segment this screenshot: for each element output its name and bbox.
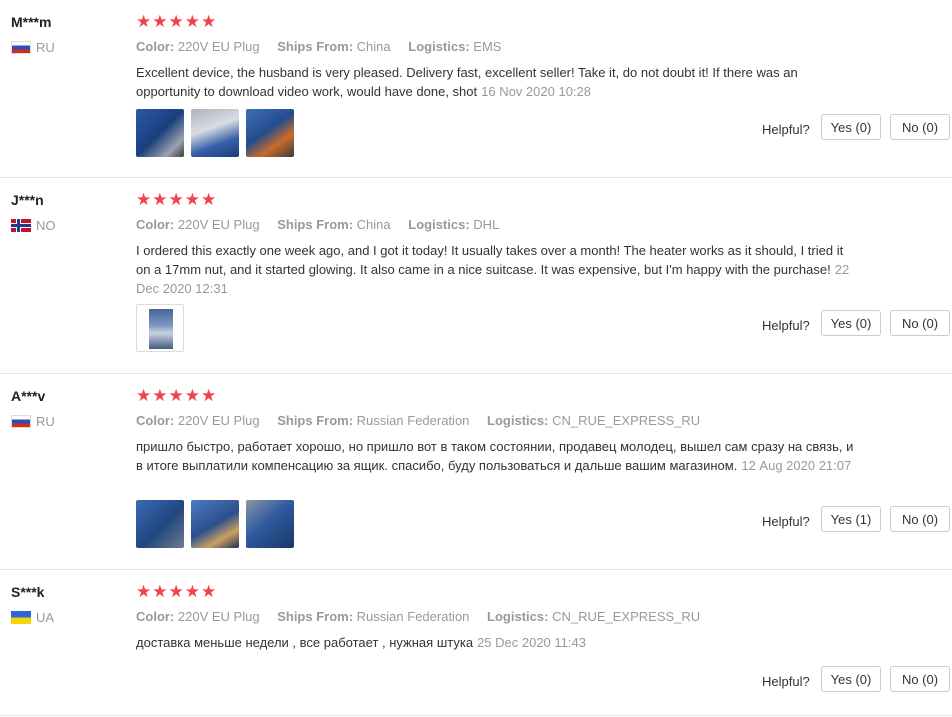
flag-ru-icon bbox=[11, 415, 31, 428]
review-photo-thumbnail[interactable] bbox=[246, 500, 294, 548]
logistics-value: CN_RUE_EXPRESS_RU bbox=[552, 609, 701, 624]
reviewer-country: NO bbox=[11, 218, 56, 233]
reviewer-name: J***n bbox=[11, 192, 44, 208]
review-body: доставка меньше недели , все работает , … bbox=[136, 635, 474, 650]
reviewer-country: UA bbox=[11, 610, 54, 625]
helpful-yes-button[interactable]: Yes (0) bbox=[821, 666, 881, 692]
country-code: NO bbox=[36, 218, 56, 233]
review-photo-thumbnail[interactable] bbox=[136, 109, 184, 157]
sku-info: Color: 220V EU Plug Ships From: Russian … bbox=[136, 609, 714, 624]
flag-ru-icon bbox=[11, 41, 31, 54]
review-divider bbox=[0, 177, 952, 178]
helpful-no-button[interactable]: No (0) bbox=[890, 310, 950, 336]
flag-ua-icon bbox=[11, 611, 31, 624]
logistics-label: Logistics: bbox=[487, 609, 549, 624]
color-label: Color: bbox=[136, 39, 175, 54]
review-divider bbox=[0, 715, 952, 716]
color-value: 220V EU Plug bbox=[177, 413, 260, 428]
sku-info: Color: 220V EU Plug Ships From: China Lo… bbox=[136, 217, 513, 232]
star-rating: ★★★★★ bbox=[136, 12, 218, 31]
logistics-value: EMS bbox=[473, 39, 502, 54]
logistics-value: DHL bbox=[473, 217, 500, 232]
ships-from-label: Ships From: bbox=[277, 39, 354, 54]
photo-content bbox=[149, 309, 173, 349]
review-text: Excellent device, the husband is very pl… bbox=[136, 63, 856, 101]
reviewer-name: S***k bbox=[11, 584, 45, 600]
ships-from-value: China bbox=[356, 39, 391, 54]
review-divider bbox=[0, 569, 952, 570]
ships-from-label: Ships From: bbox=[277, 413, 354, 428]
helpful-yes-button[interactable]: Yes (0) bbox=[821, 114, 881, 140]
ships-from-value: Russian Federation bbox=[356, 609, 470, 624]
ships-from-label: Ships From: bbox=[277, 609, 354, 624]
helpful-label: Helpful? bbox=[762, 514, 810, 529]
color-value: 220V EU Plug bbox=[177, 217, 260, 232]
review-body: I ordered this exactly one week ago, and… bbox=[136, 243, 844, 277]
color-value: 220V EU Plug bbox=[177, 609, 260, 624]
helpful-no-button[interactable]: No (0) bbox=[890, 666, 950, 692]
star-rating: ★★★★★ bbox=[136, 582, 218, 601]
review-photo-thumbnail[interactable] bbox=[246, 109, 294, 157]
review-photo-thumbnail[interactable] bbox=[191, 109, 239, 157]
sku-info: Color: 220V EU Plug Ships From: Russian … bbox=[136, 413, 714, 428]
helpful-label: Helpful? bbox=[762, 674, 810, 689]
helpful-label: Helpful? bbox=[762, 122, 810, 137]
country-code: RU bbox=[36, 40, 55, 55]
reviewer-country: RU bbox=[11, 40, 55, 55]
helpful-yes-button[interactable]: Yes (1) bbox=[821, 506, 881, 532]
helpful-label: Helpful? bbox=[762, 318, 810, 333]
reviewer-name: A***v bbox=[11, 388, 46, 404]
review-photo-thumbnail[interactable] bbox=[136, 304, 184, 352]
ships-from-value: Russian Federation bbox=[356, 413, 470, 428]
review-text: пришло быстро, работает хорошо, но пришл… bbox=[136, 437, 856, 475]
color-label: Color: bbox=[136, 217, 175, 232]
reviewer-name: M***m bbox=[11, 14, 52, 30]
review-photos bbox=[136, 500, 294, 548]
helpful-yes-button[interactable]: Yes (0) bbox=[821, 310, 881, 336]
review-divider bbox=[0, 373, 952, 374]
logistics-label: Logistics: bbox=[408, 217, 470, 232]
review-date: 12 Aug 2020 21:07 bbox=[741, 458, 852, 473]
review-photos bbox=[136, 304, 184, 352]
review-photo-thumbnail[interactable] bbox=[136, 500, 184, 548]
flag-no-icon bbox=[11, 219, 31, 232]
ships-from-value: China bbox=[356, 217, 391, 232]
sku-info: Color: 220V EU Plug Ships From: China Lo… bbox=[136, 39, 515, 54]
color-label: Color: bbox=[136, 413, 175, 428]
review-body: Excellent device, the husband is very pl… bbox=[136, 65, 798, 99]
review-date: 16 Nov 2020 10:28 bbox=[481, 84, 591, 99]
star-rating: ★★★★★ bbox=[136, 386, 218, 405]
helpful-no-button[interactable]: No (0) bbox=[890, 114, 950, 140]
review-photo-thumbnail[interactable] bbox=[191, 500, 239, 548]
helpful-no-button[interactable]: No (0) bbox=[890, 506, 950, 532]
country-code: RU bbox=[36, 414, 55, 429]
color-value: 220V EU Plug bbox=[177, 39, 260, 54]
color-label: Color: bbox=[136, 609, 175, 624]
review-photos bbox=[136, 109, 294, 157]
ships-from-label: Ships From: bbox=[277, 217, 354, 232]
review-text: доставка меньше недели , все работает , … bbox=[136, 633, 856, 652]
reviewer-country: RU bbox=[11, 414, 55, 429]
country-code: UA bbox=[36, 610, 55, 625]
star-rating: ★★★★★ bbox=[136, 190, 218, 209]
logistics-label: Logistics: bbox=[408, 39, 470, 54]
review-text: I ordered this exactly one week ago, and… bbox=[136, 241, 856, 298]
logistics-label: Logistics: bbox=[487, 413, 549, 428]
logistics-value: CN_RUE_EXPRESS_RU bbox=[552, 413, 701, 428]
review-date: 25 Dec 2020 11:43 bbox=[477, 635, 586, 650]
